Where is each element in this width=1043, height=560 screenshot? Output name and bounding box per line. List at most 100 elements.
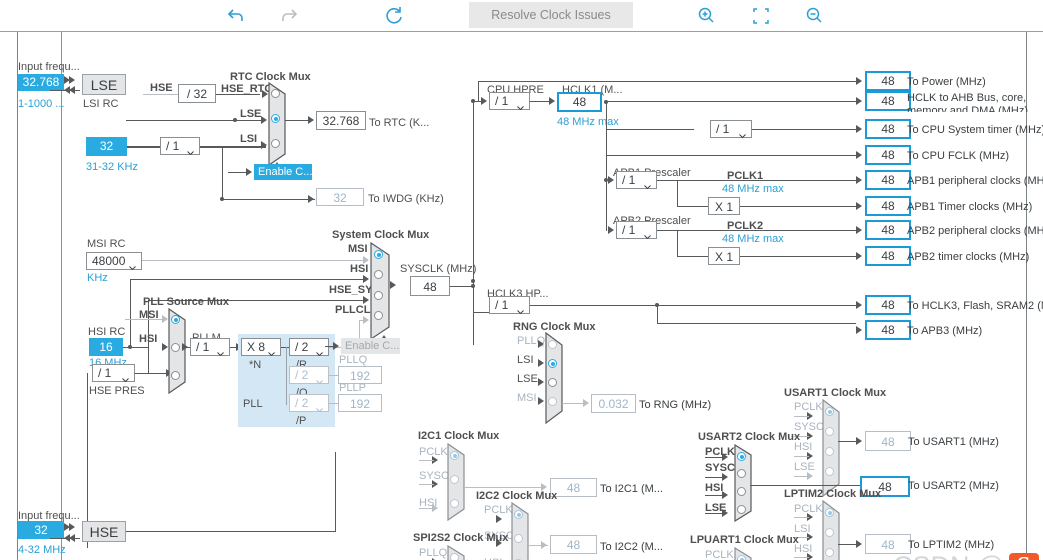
apb3-output-value[interactable]: 48 — [865, 320, 911, 340]
output-value-4[interactable]: 48 — [865, 170, 911, 190]
usart2-radio-0[interactable] — [737, 452, 746, 461]
lpuart1-clock-mux-title: LPUART1 Clock Mux — [690, 534, 799, 546]
rng-radio-0[interactable] — [548, 340, 557, 349]
lse-input-frequency-label: Input frequ... — [18, 61, 80, 73]
output-value-0[interactable]: 48 — [865, 71, 911, 91]
lsi-divider-select[interactable]: / 1 — [160, 137, 200, 156]
redo-icon[interactable] — [277, 4, 303, 28]
sysmux-radio-3[interactable] — [374, 311, 383, 320]
wire-msi-to-pllsrc — [125, 319, 165, 320]
hclk3-output-value[interactable]: 48 — [865, 295, 911, 315]
usart1-radio-2[interactable] — [825, 447, 834, 456]
output-label-6: APB2 peripheral clocks (MHz) — [907, 225, 1043, 237]
lptim2-radio-2[interactable] — [825, 548, 834, 557]
rng-radio-2[interactable] — [548, 378, 557, 387]
systick-divider-select[interactable]: / 1 — [710, 120, 752, 139]
wire-rtc-enable — [228, 172, 248, 173]
pllq-select[interactable]: / 2 — [289, 366, 329, 385]
wire-usart2-in1 — [705, 477, 723, 478]
rtc-mux-radio-2[interactable] — [271, 139, 280, 148]
pllq-output-label: PLLQ — [339, 354, 368, 366]
refresh-icon[interactable] — [383, 4, 409, 28]
clock-tree-canvas[interactable]: Input frequ... 32.768 1-1000 ... LSE LSI… — [0, 31, 1043, 560]
apb1-prescaler-select[interactable]: / 1 — [616, 171, 657, 190]
wire-hse-div32-in — [143, 94, 178, 95]
pllsrc-radio-2[interactable] — [171, 371, 180, 380]
rtc-enable-arrow — [246, 168, 252, 176]
pllp-select[interactable]: / 2 — [289, 394, 329, 413]
hse-label-top: HSE — [150, 82, 173, 94]
output-arrow-1 — [856, 97, 862, 105]
usart1-radio-3[interactable] — [825, 467, 834, 476]
canvas-left-border — [17, 32, 18, 560]
hpre-arrow — [481, 97, 487, 105]
apb2-prescaler-select[interactable]: / 1 — [616, 221, 657, 240]
chevron-down-icon — [644, 228, 651, 240]
cpu-hpre-select[interactable]: / 1 — [489, 92, 530, 111]
hse-frequency-input[interactable]: 32 — [18, 521, 64, 539]
zoom-in-icon[interactable] — [695, 4, 721, 28]
undo-icon[interactable] — [224, 4, 250, 28]
pllsrc-radio-0[interactable] — [171, 315, 180, 324]
chevron-down-icon — [316, 373, 323, 385]
msi-frequency-select[interactable]: 48000 — [86, 252, 142, 271]
chevron-down-icon — [644, 178, 651, 190]
hsi-frequency-value[interactable]: 16 — [89, 338, 123, 356]
hclk3-select[interactable]: / 1 — [489, 296, 530, 315]
rtc-enable-button[interactable]: Enable C... — [254, 164, 312, 180]
rtc-mux-radio-0[interactable] — [271, 89, 280, 98]
lsi-frequency-value[interactable]: 32 — [86, 137, 127, 156]
pclk1-max-label: 48 MHz max — [722, 183, 784, 195]
output-arrow-6 — [856, 226, 862, 234]
rng-output-label: To RNG (MHz) — [639, 399, 712, 411]
output-value-7[interactable]: 48 — [865, 246, 911, 266]
chevron-down-icon — [217, 345, 224, 357]
i2c1-radio-2[interactable] — [450, 499, 459, 508]
output-value-3[interactable]: 48 — [865, 145, 911, 165]
pllm-select[interactable]: / 1 — [190, 338, 230, 357]
hclk1-arrow — [549, 97, 555, 105]
usart2-radio-3[interactable] — [737, 505, 746, 514]
lpuart1-radio-0[interactable] — [737, 555, 746, 560]
lse-frequency-input[interactable]: 32.768 — [18, 74, 64, 91]
i2c1-radio-0[interactable] — [450, 451, 459, 460]
rng-arrow-3 — [538, 397, 544, 405]
pllr-select[interactable]: / 2 — [289, 338, 329, 357]
lse-oscillator-box[interactable]: LSE — [82, 74, 126, 95]
plln-select[interactable]: X 8 — [241, 338, 281, 357]
pllsrc-radio-1[interactable] — [171, 343, 180, 352]
rng-radio-3[interactable] — [548, 397, 557, 406]
hse-oscillator-box[interactable]: HSE — [82, 521, 126, 542]
output-value-2[interactable]: 48 — [865, 119, 911, 139]
fit-to-screen-icon[interactable] — [749, 4, 775, 28]
hse-arrow-out2 — [69, 523, 75, 531]
i2c2-output-label: To I2C2 (M... — [600, 541, 663, 553]
usart1-radio-0[interactable] — [825, 407, 834, 416]
i2c2-radio-0[interactable] — [514, 510, 523, 519]
iwdg-arrow — [308, 195, 314, 203]
usart1-radio-1[interactable] — [825, 427, 834, 436]
hse-pres-select[interactable]: / 1 — [92, 364, 135, 383]
lptim2-radio-1[interactable] — [825, 528, 834, 537]
hclk1-value[interactable]: 48 — [557, 92, 602, 112]
usart2-radio-2[interactable] — [737, 487, 746, 496]
sysmux-radio-2[interactable] — [374, 291, 383, 300]
rng-radio-1[interactable] — [548, 359, 557, 368]
zoom-out-icon[interactable] — [803, 4, 829, 28]
wire-hclk1-down2 — [606, 196, 607, 231]
i2c1-radio-1[interactable] — [450, 475, 459, 484]
output-value-1[interactable]: 48 — [865, 91, 911, 111]
pllsrc-input-1: HSI — [139, 333, 158, 345]
lptim2-radio-0[interactable] — [825, 508, 834, 517]
resolve-clock-issues-button[interactable]: Resolve Clock Issues — [469, 2, 633, 28]
i2c2-radio-1[interactable] — [514, 534, 523, 543]
sysmux-radio-0[interactable] — [374, 250, 383, 259]
output-value-5[interactable]: 48 — [865, 196, 911, 216]
sysmux-radio-1[interactable] — [374, 270, 383, 279]
usart2-radio-1[interactable] — [737, 469, 746, 478]
output-value-6[interactable]: 48 — [865, 220, 911, 240]
system-clock-enable-button[interactable]: Enable C... — [341, 338, 400, 354]
rtc-mux-radio-1[interactable] — [271, 114, 280, 123]
wire-hclk3-out — [530, 305, 856, 306]
pll-text-label: PLL — [243, 398, 263, 410]
